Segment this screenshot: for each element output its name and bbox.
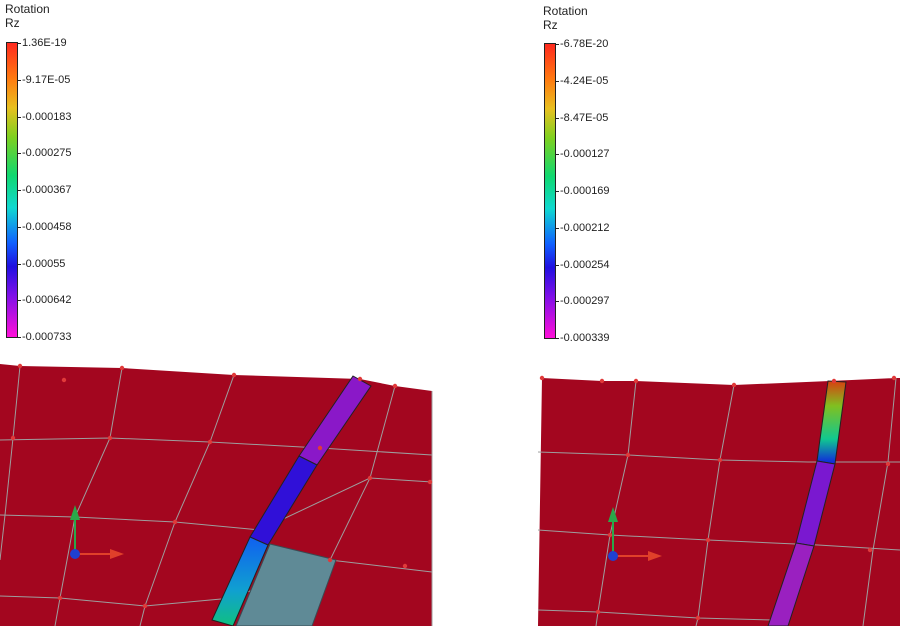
- axis-z-icon: [70, 549, 80, 559]
- viewport-right[interactable]: Rotation Rz -6.78E-20 -4.24E-05 -8.47E-05-…: [538, 0, 900, 626]
- fe-mesh-left[interactable]: [0, 0, 440, 626]
- axis-z-icon: [608, 551, 618, 561]
- fe-mesh-right[interactable]: [538, 0, 900, 626]
- mesh-body: [538, 378, 900, 626]
- mesh-body: [0, 364, 432, 626]
- viewport-left[interactable]: Rotation Rz 1.36E-19 -9.17E-05 -0.000183 -0…: [0, 0, 440, 626]
